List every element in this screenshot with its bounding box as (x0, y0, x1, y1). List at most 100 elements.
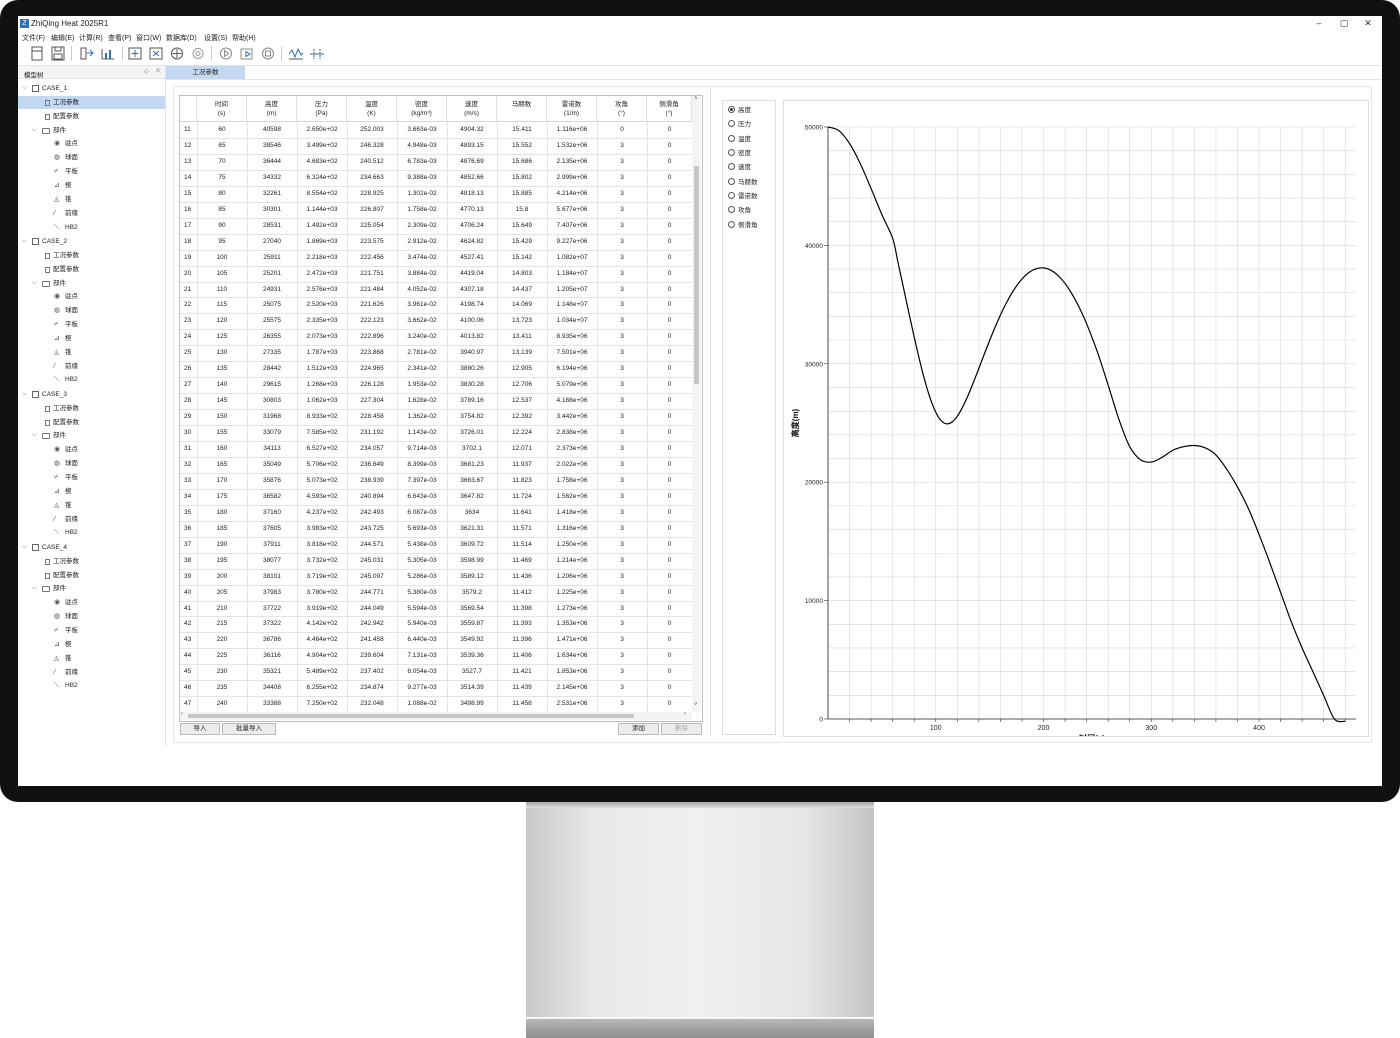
table-cell[interactable]: 12.224 (497, 425, 547, 441)
table-row[interactable]: 16 85 30301 1.144e+03 226.807 1.758e-02 4770.1… (180, 202, 692, 218)
table-cell[interactable]: 6.087e-03 (397, 505, 447, 521)
table-cell[interactable]: 2.576e+03 (297, 282, 347, 298)
table-cell[interactable]: 9.227e+06 (547, 234, 597, 250)
table-cell[interactable]: 120 (197, 313, 247, 329)
table-cell[interactable]: 2.912e-02 (397, 234, 447, 250)
tree-group[interactable]: ⌵ 部件 (18, 582, 165, 595)
table-cell[interactable]: 1.353e+06 (547, 616, 597, 632)
table-cell[interactable]: 1.362e-02 (397, 409, 447, 425)
table-cell[interactable]: 223.575 (347, 234, 397, 250)
table-row[interactable]: 15 80 32261 8.554e+02 228.925 1.302e-02 4818.1… (180, 186, 692, 202)
table-cell[interactable]: 11.571 (497, 521, 547, 537)
table-cell[interactable]: 34113 (247, 441, 297, 457)
table-cell[interactable]: 9.388e-03 (397, 170, 447, 186)
table-cell[interactable]: 3.983e+02 (297, 521, 347, 537)
table-cell[interactable]: 4904.32 (447, 122, 497, 138)
tree-part[interactable]: ◬ 锥 (18, 346, 165, 359)
table-cell[interactable]: 7.397e-03 (397, 473, 447, 489)
table-cell[interactable]: 7.585e+02 (297, 425, 347, 441)
table-cell[interactable]: 37722 (247, 601, 297, 617)
table-cell[interactable]: 236.649 (347, 457, 397, 473)
table-cell[interactable]: 30301 (247, 202, 297, 218)
column-header[interactable]: 雷诺数 (1/m) (547, 96, 597, 122)
table-cell[interactable]: 3789.16 (447, 393, 497, 409)
table-row[interactable]: 43 220 36786 4.464e+02 241.458 6.440e-03 3549.… (180, 632, 692, 648)
table-cell[interactable]: 3 (597, 425, 647, 441)
table-cell[interactable]: 6.527e+02 (297, 441, 347, 457)
table-row[interactable]: 19 100 25911 2.218e+03 222.456 3.474e-02 4527.… (180, 250, 692, 266)
table-row[interactable]: 37 190 37911 3.818e+02 244.571 5.438e-03 3609.… (180, 537, 692, 553)
tree-part[interactable]: ⌿ 平板 (18, 318, 165, 331)
table-cell[interactable]: 3681.23 (447, 457, 497, 473)
table-cell[interactable]: 1.144e+03 (297, 202, 347, 218)
table-cell[interactable]: 2.145e+06 (547, 680, 597, 696)
table-row[interactable]: 18 95 27040 1.869e+03 223.575 2.912e-02 4624.8… (180, 234, 692, 250)
new-file-icon[interactable] (28, 45, 46, 62)
table-cell[interactable]: 4.142e+02 (297, 616, 347, 632)
tree-item[interactable]: 工况参数 (18, 95, 165, 109)
table-cell[interactable]: 14.069 (497, 297, 547, 313)
fit-view-icon[interactable] (126, 45, 144, 62)
table-cell[interactable]: 8.054e-03 (397, 664, 447, 680)
table-cell[interactable]: 3 (597, 569, 647, 585)
menu-item-4[interactable]: 窗口(W) (136, 33, 161, 43)
table-row[interactable]: 46 235 34408 6.255e+02 234.874 9.277e-03 3514.… (180, 680, 692, 696)
tree-item[interactable]: 工况参数 (18, 249, 165, 262)
tree-case[interactable]: ⌵ CASE_2 (18, 235, 165, 248)
table-cell[interactable]: 3 (597, 170, 647, 186)
table-cell[interactable]: 0 (647, 489, 692, 505)
table-cell[interactable]: 11.412 (497, 585, 547, 601)
table-cell[interactable]: 3 (597, 250, 647, 266)
table-row[interactable]: 25 130 27335 1.787e+03 223.868 2.781e-02 3940.… (180, 345, 692, 361)
table-cell[interactable]: 7.250e+02 (297, 696, 347, 712)
table-cell[interactable]: 185 (197, 521, 247, 537)
table-cell[interactable]: 0 (647, 282, 692, 298)
table-cell[interactable]: 5.286e-03 (397, 569, 447, 585)
table-cell[interactable]: 14.803 (497, 266, 547, 282)
close-button[interactable]: ✕ (1359, 17, 1377, 30)
table-cell[interactable]: 160 (197, 441, 247, 457)
table-cell[interactable]: 4527.41 (447, 250, 497, 266)
minimize-button[interactable]: – (1310, 17, 1328, 30)
tree-item[interactable]: 工况参数 (18, 555, 165, 568)
table-cell[interactable]: 34332 (247, 170, 297, 186)
table-cell[interactable]: 3579.2 (447, 585, 497, 601)
table-cell[interactable]: 95 (197, 234, 247, 250)
table-cell[interactable]: 38101 (247, 569, 297, 585)
table-cell[interactable]: 155 (197, 425, 247, 441)
table-cell[interactable]: 0 (647, 234, 692, 250)
radio-option[interactable]: 侧滑角 (728, 220, 758, 231)
table-cell[interactable]: 25201 (247, 266, 297, 282)
menu-item-3[interactable]: 查看(P) (108, 33, 131, 43)
run-icon[interactable] (217, 45, 235, 62)
table-cell[interactable]: 145 (197, 393, 247, 409)
column-header[interactable]: 高度 (m) (247, 96, 297, 122)
table-cell[interactable]: 11.393 (497, 616, 547, 632)
menu-item-7[interactable]: 帮助(H) (232, 33, 256, 43)
table-cell[interactable]: 15.411 (497, 122, 547, 138)
table-row[interactable]: 31 160 34113 6.527e+02 234.057 9.714e-03 3702.… (180, 441, 692, 457)
table-cell[interactable]: 231.192 (347, 425, 397, 441)
table-cell[interactable]: 3 (597, 680, 647, 696)
table-cell[interactable]: 11.724 (497, 489, 547, 505)
table-cell[interactable]: 40598 (247, 122, 297, 138)
table-cell[interactable]: 3.961e-02 (397, 297, 447, 313)
column-header[interactable] (180, 96, 197, 122)
table-cell[interactable]: 165 (197, 457, 247, 473)
chevron-down-icon[interactable]: ⌵ (32, 429, 37, 442)
tree-part[interactable]: ⊿ 楔 (18, 332, 165, 345)
table-cell[interactable]: 5.489e+02 (297, 664, 347, 680)
table-cell[interactable]: 235 (197, 680, 247, 696)
table-cell[interactable]: 3 (597, 585, 647, 601)
radio-option[interactable]: 压力 (728, 120, 751, 130)
table-cell[interactable]: 242.493 (347, 505, 397, 521)
table-cell[interactable]: 11.398 (497, 601, 547, 617)
table-cell[interactable]: 3559.87 (447, 616, 497, 632)
table-cell[interactable]: 3663.67 (447, 473, 497, 489)
table-cell[interactable]: 4.052e-02 (397, 282, 447, 298)
table-cell[interactable]: 31968 (247, 409, 297, 425)
table-cell[interactable]: 3 (597, 218, 647, 234)
tree-part[interactable]: ⊿ 楔 (18, 485, 165, 498)
table-cell[interactable]: 252.003 (347, 122, 397, 138)
tree-part[interactable]: ⟍ HB2 (18, 221, 165, 234)
